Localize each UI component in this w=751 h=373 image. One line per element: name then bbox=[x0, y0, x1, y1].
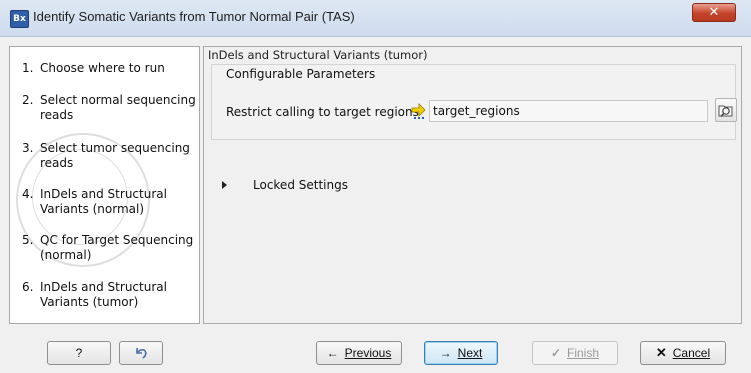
reset-icon bbox=[136, 348, 147, 359]
next-label: Next bbox=[457, 346, 483, 360]
step-number: 6. bbox=[22, 280, 34, 294]
cancel-label: Cancel bbox=[672, 346, 711, 360]
step-number: 3. bbox=[22, 141, 34, 155]
close-button[interactable]: ✕ bbox=[692, 3, 736, 22]
locked-settings-label: Locked Settings bbox=[253, 178, 348, 192]
finish-label: Finish bbox=[567, 346, 600, 360]
previous-label: Previous bbox=[344, 346, 392, 360]
step-number: 4. bbox=[22, 187, 34, 201]
step-number: 1. bbox=[22, 61, 34, 75]
previous-button[interactable]: ← Previous bbox=[316, 341, 402, 365]
cancel-button[interactable]: ✕ Cancel bbox=[640, 341, 726, 365]
step-label: Select normal sequencing reads bbox=[40, 93, 196, 122]
x-icon: ✕ bbox=[655, 345, 667, 360]
title-bar[interactable]: Bx Identify Somatic Variants from Tumor … bbox=[0, 0, 751, 37]
step-number: 2. bbox=[22, 93, 34, 107]
reset-button[interactable] bbox=[119, 341, 163, 365]
app-icon: Bx bbox=[10, 10, 29, 28]
step-label: Select tumor sequencing reads bbox=[40, 141, 190, 170]
step-label: Choose where to run bbox=[40, 61, 165, 75]
help-label: ? bbox=[75, 346, 83, 360]
configurable-parameters-group: Configurable Parameters Restrict calling… bbox=[211, 64, 737, 140]
step-number: 5. bbox=[22, 233, 34, 247]
group-title: Configurable Parameters bbox=[226, 67, 376, 81]
next-button[interactable]: → Next bbox=[424, 341, 498, 365]
dialog-window: Bx Identify Somatic Variants from Tumor … bbox=[0, 0, 751, 373]
arrow-right-icon: → bbox=[439, 346, 452, 360]
help-button[interactable]: ? bbox=[47, 341, 111, 365]
target-regions-field[interactable]: target_regions bbox=[429, 100, 708, 122]
input-arrow-icon bbox=[411, 103, 426, 119]
step-label: QC for Target Sequencing (normal) bbox=[40, 233, 194, 262]
arrow-left-icon: ← bbox=[326, 346, 339, 360]
window-title: Identify Somatic Variants from Tumor Nor… bbox=[33, 9, 355, 24]
checkmark-icon: ✓ bbox=[550, 346, 562, 360]
settings-panel: InDels and Structural Variants (tumor) C… bbox=[203, 46, 742, 324]
expand-triangle-icon bbox=[222, 181, 227, 189]
step-label: InDels and Structural Variants (normal) bbox=[40, 187, 167, 216]
finish-button[interactable]: ✓ Finish bbox=[532, 341, 618, 365]
target-regions-label: Restrict calling to target regions bbox=[226, 105, 419, 119]
section-title: InDels and Structural Variants (tumor) bbox=[208, 48, 428, 62]
browse-folder-icon bbox=[718, 105, 733, 118]
step-label: InDels and Structural Variants (tumor) bbox=[40, 280, 167, 309]
dialog-body: 1. Choose where to run 2. Select normal … bbox=[0, 37, 751, 373]
steps-panel: 1. Choose where to run 2. Select normal … bbox=[9, 46, 200, 324]
browse-button[interactable] bbox=[715, 98, 737, 122]
